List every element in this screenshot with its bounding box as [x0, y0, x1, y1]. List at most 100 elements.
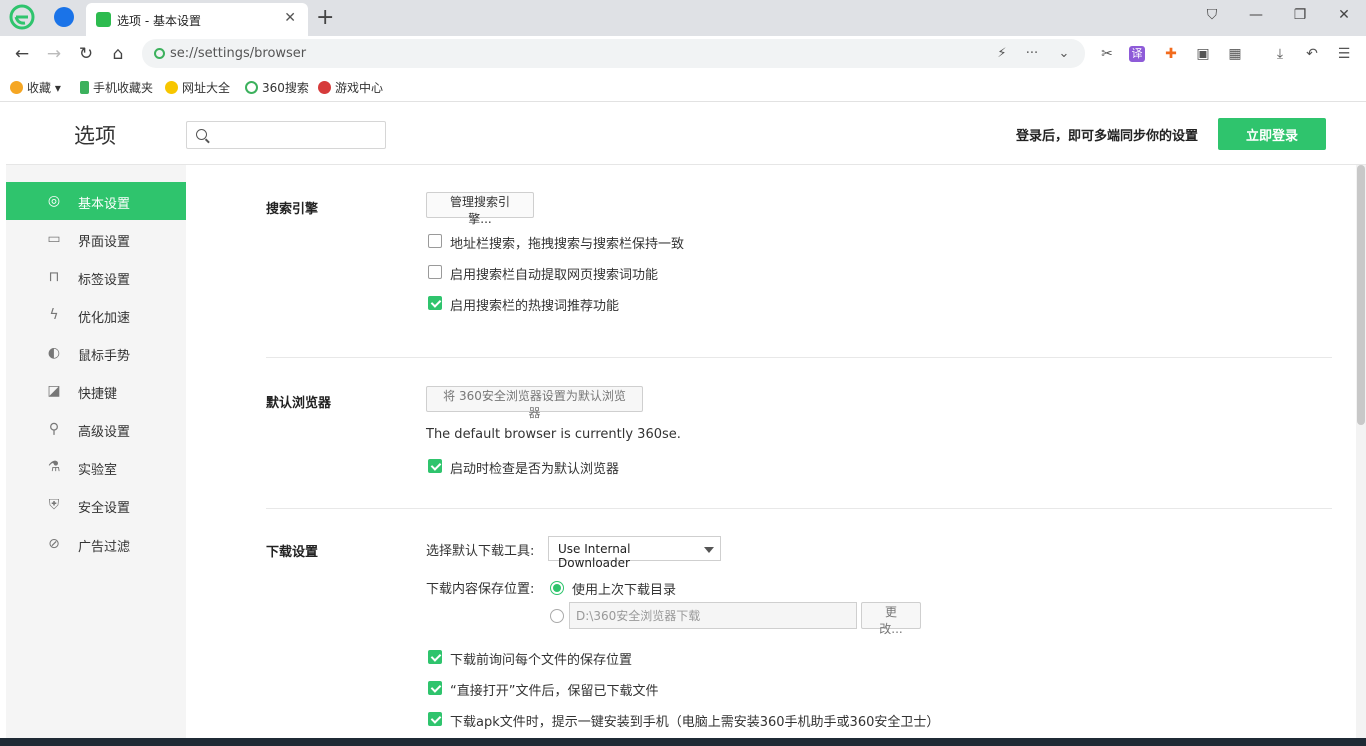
bookmark-360search[interactable]: 360搜索 [245, 79, 309, 96]
sidebar-item-gestures[interactable]: ◐ 鼠标手势 [6, 334, 186, 372]
apps-grid-icon[interactable]: ▦ [1225, 44, 1245, 64]
settings-search[interactable] [186, 121, 386, 149]
globe-icon [165, 81, 178, 94]
mouse-icon: ◐ [47, 345, 61, 361]
sidebar-item-tabs[interactable]: ⊓ 标签设置 [6, 258, 186, 296]
main-menu-icon[interactable]: ☰ [1334, 44, 1354, 64]
checkbox-checked[interactable] [428, 650, 442, 664]
checkbox-label: 地址栏搜索，拖拽搜索与搜索栏保持一致 [450, 237, 685, 252]
more-icon[interactable]: ··· [1022, 44, 1042, 64]
sidebar-item-speed[interactable]: ϟ 优化加速 [6, 296, 186, 334]
checkbox-checked[interactable] [428, 459, 442, 473]
game-icon[interactable]: ✚ [1161, 44, 1181, 64]
url-input[interactable] [170, 43, 970, 64]
home-button[interactable]: ⌂ [106, 42, 130, 66]
login-button[interactable]: 立即登录 [1218, 118, 1326, 150]
scrollbar[interactable] [1356, 165, 1366, 740]
chevron-down-icon [704, 547, 714, 553]
settings-sidebar: ◎ 基本设置 ▭ 界面设置 ⊓ 标签设置 ϟ 优化加速 ◐ 鼠标手势 ◪ 快捷键… [6, 165, 186, 746]
bookmark-games[interactable]: 游戏中心 [318, 79, 383, 96]
tab-icon: ⊓ [48, 269, 60, 285]
star-icon [10, 81, 23, 94]
bookmarks-bar: 收藏 ▾ 手机收藏夹 网址大全 360搜索 游戏中心 [0, 72, 1366, 102]
checkbox-checked[interactable] [428, 296, 442, 310]
flash-icon[interactable]: ⚡ [992, 44, 1012, 64]
download-tool-value: Use Internal Downloader [558, 542, 631, 570]
sidebar-item-basic[interactable]: ◎ 基本设置 [6, 182, 186, 220]
download-tool-select[interactable]: Use Internal Downloader [548, 536, 721, 570]
sidebar-item-interface[interactable]: ▭ 界面设置 [6, 220, 186, 258]
sidebar-item-adblock[interactable]: ⊘ 广告过滤 [6, 525, 186, 563]
secure-icon [154, 48, 165, 59]
sidebar-item-label: 标签设置 [78, 273, 131, 288]
checkbox-checked[interactable] [428, 681, 442, 695]
checkbox-label: “直接打开”文件后，保留已下载文件 [450, 684, 659, 699]
game-center-icon [318, 81, 331, 94]
page-title: 选项 [74, 124, 116, 148]
translate-icon[interactable]: 译 [1129, 46, 1145, 62]
minimize-button[interactable]: — [1242, 4, 1270, 26]
download-path-input[interactable] [569, 602, 857, 629]
sidebar-item-label: 实验室 [78, 463, 118, 478]
tab-close-icon[interactable]: ✕ [284, 10, 296, 26]
undo-close-icon[interactable]: ↶ [1302, 44, 1322, 64]
checkbox[interactable] [428, 234, 442, 248]
window-menu-icon[interactable]: ⛉ [1198, 4, 1226, 26]
restore-button[interactable]: ❐ [1286, 4, 1314, 26]
address-bar[interactable]: ⚡ ··· ⌄ [142, 39, 1085, 68]
sidebar-item-advanced[interactable]: ⚲ 高级设置 [6, 410, 186, 448]
search-input[interactable] [213, 125, 381, 145]
sidebar-item-security[interactable]: ⛨ 安全设置 [6, 486, 186, 524]
window-icon: ▭ [47, 231, 61, 247]
settings-favicon-icon [96, 12, 111, 27]
checkbox-label: 下载apk文件时，提示一键安装到手机（电脑上需安装360手机助手或360安全卫士… [450, 715, 940, 730]
radio-last-dir-label: 使用上次下载目录 [572, 583, 677, 598]
checkbox-label: 启用搜索栏自动提取网页搜索词功能 [450, 268, 659, 283]
sidebar-item-label: 安全设置 [78, 501, 131, 516]
forward-button[interactable]: → [42, 42, 66, 66]
sync-hint: 登录后，即可多端同步你的设置 [1015, 129, 1198, 144]
title-bar: 选项 - 基本设置 ✕ + ⛉ — ❐ ✕ [0, 0, 1366, 36]
chevron-down-icon[interactable]: ⌄ [1054, 44, 1074, 64]
phone-icon [80, 81, 89, 94]
browser-logo-icon[interactable] [9, 4, 35, 30]
checkbox-label: 启动时检查是否为默认浏览器 [450, 462, 620, 477]
sidebar-item-label: 快捷键 [78, 387, 118, 402]
lightning-icon: ϟ [49, 307, 59, 323]
settings-content: 搜索引擎 管理搜索引擎... 地址栏搜索，拖拽搜索与搜索栏保持一致 启用搜索栏自… [186, 165, 1356, 746]
bookmark-mobile[interactable]: 手机收藏夹 [80, 79, 153, 96]
close-window-button[interactable]: ✕ [1330, 4, 1358, 26]
sidebar-item-lab[interactable]: ⚗ 实验室 [6, 448, 186, 486]
new-tab-button[interactable]: + [316, 5, 334, 30]
set-default-browser-button[interactable]: 将 360安全浏览器设置为默认浏览器 [426, 386, 643, 420]
shield-icon: ⛨ [48, 497, 60, 513]
checkbox-checked[interactable] [428, 712, 442, 726]
target-icon: ◎ [47, 193, 61, 209]
checkbox[interactable] [428, 265, 442, 279]
back-button[interactable]: ← [10, 42, 34, 66]
scrollbar-thumb[interactable] [1357, 165, 1365, 425]
download-location-label: 下载内容保存位置: [426, 582, 535, 597]
sidebar-item-label: 基本设置 [78, 197, 131, 212]
active-tab[interactable]: 选项 - 基本设置 ✕ [86, 3, 308, 36]
os-taskbar [0, 738, 1366, 746]
section-divider [266, 357, 1332, 358]
download-tool-label: 选择默认下载工具: [426, 544, 535, 559]
pinned-tab-icon[interactable] [54, 7, 74, 27]
bookmark-favorites[interactable]: 收藏 ▾ [10, 79, 61, 96]
radio-custom-dir[interactable] [550, 609, 564, 623]
screenshot-cut-icon[interactable]: ✂ [1097, 44, 1117, 64]
settings-header: 选项 登录后，即可多端同步你的设置 立即登录 [6, 103, 1366, 165]
section-divider [266, 508, 1332, 509]
section-title-search: 搜索引擎 [266, 202, 319, 217]
change-path-button[interactable]: 更改... [861, 602, 921, 636]
reader-icon[interactable]: ▣ [1193, 44, 1213, 64]
sidebar-item-shortcuts[interactable]: ◪ 快捷键 [6, 372, 186, 410]
reload-button[interactable]: ↻ [74, 42, 98, 66]
bookmark-sites[interactable]: 网址大全 [165, 79, 230, 96]
manage-search-engines-button[interactable]: 管理搜索引擎... [426, 192, 534, 226]
radio-last-dir[interactable] [550, 581, 564, 595]
download-icon[interactable]: ⤓ [1270, 44, 1290, 64]
block-icon: ⊘ [48, 536, 60, 552]
wrench-icon: ⚲ [48, 421, 60, 437]
